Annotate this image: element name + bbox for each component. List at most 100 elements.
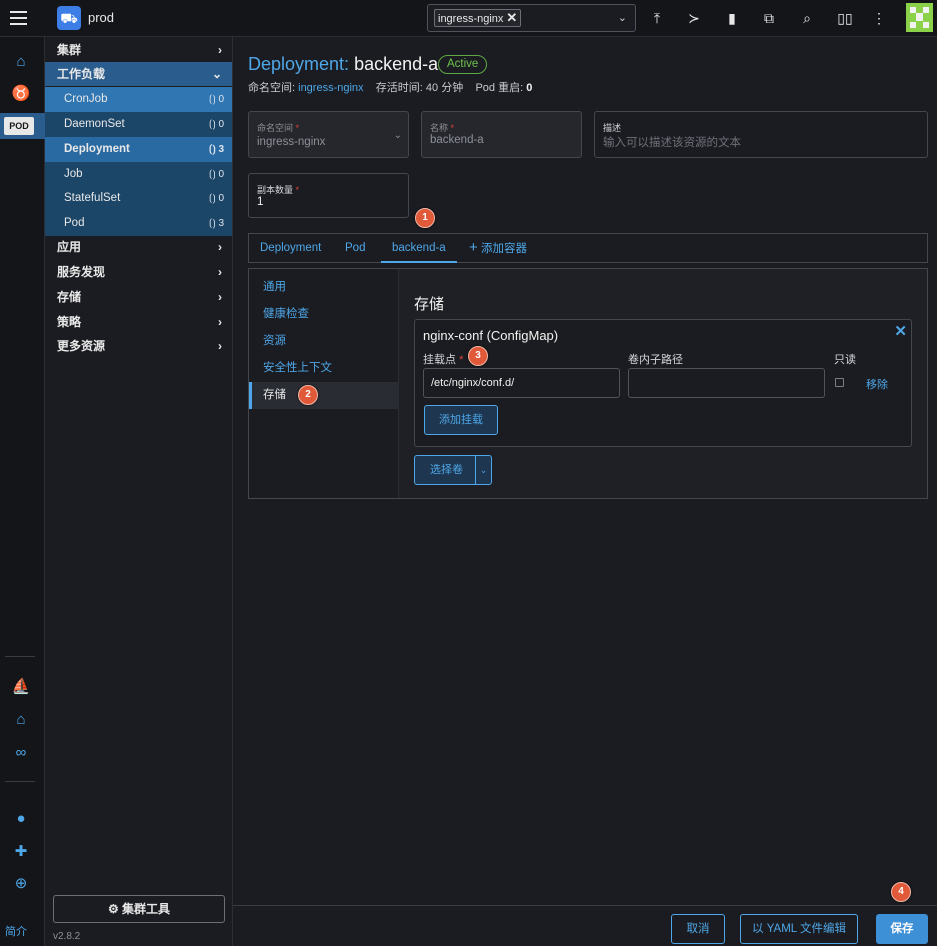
about-link[interactable]: 简介 [5, 923, 27, 939]
search-icon[interactable]: ⌕ [797, 8, 817, 28]
edit-yaml-button[interactable]: 以 YAML 文件编辑 [740, 914, 858, 944]
book-icon[interactable]: ▯▯ [835, 8, 855, 28]
tab-pod[interactable]: Pod [345, 234, 365, 263]
chevron-down-icon[interactable]: ⌄ [618, 11, 627, 24]
menu-group-label: 应用 [57, 240, 82, 254]
menu-group-label: 更多资源 [57, 339, 106, 353]
menu-group-more-resources[interactable]: 更多资源 › [45, 334, 232, 358]
step-marker: 3 [468, 346, 488, 366]
namespace-tag[interactable]: ingress-nginx ✕ [434, 9, 522, 27]
vtab-storage[interactable]: 存储 [249, 382, 399, 409]
resource-kind: Deployment: [248, 54, 350, 74]
menu-group-policy[interactable]: 策略 › [45, 310, 232, 334]
step-marker: 4 [891, 882, 911, 902]
menu-item-label: CronJob [64, 93, 108, 105]
menu-item-pod[interactable]: Pod ⟮⟯ 3 [45, 211, 232, 236]
replicas-field[interactable]: 副本数量 * 1 [248, 173, 409, 218]
menu-item-job[interactable]: Job ⟮⟯ 0 [45, 162, 232, 187]
menu-item-deployment[interactable]: Deployment ⟮⟯ 3 [45, 137, 232, 162]
upload-icon[interactable]: ⤒ [647, 8, 667, 28]
chevron-right-icon: › [218, 43, 222, 57]
extension-icon[interactable]: ✚ [8, 842, 34, 862]
volume-title: nginx-conf (ConfigMap) [423, 328, 559, 343]
field-label: 名称 * [430, 123, 455, 133]
resource-count: ⟮⟯ 3 [208, 218, 224, 229]
sail-icon[interactable]: ⛵ [8, 677, 34, 697]
link-icon[interactable]: ∞ [8, 743, 34, 763]
vtab-general[interactable]: 通用 [249, 274, 399, 301]
volume-card: nginx-conf (ConfigMap) ✕ 挂载点 * 3 卷内子路径 只… [414, 319, 912, 447]
pod-badge[interactable]: POD [4, 117, 34, 135]
resource-name: backend-a [354, 54, 439, 74]
cluster-name: prod [88, 10, 115, 25]
menu-item-cronjob[interactable]: CronJob ⟮⟯ 0 [45, 87, 232, 112]
menu-group-workloads[interactable]: 工作负载 ⌄ [45, 62, 232, 86]
namespace-link[interactable]: ingress-nginx [298, 82, 363, 94]
field-label-text: 副本数量 [257, 185, 294, 195]
description-field[interactable]: 描述 输入可以描述该资源的文本 [594, 111, 928, 158]
tab-deployment[interactable]: Deployment [260, 234, 321, 263]
home-icon[interactable]: ⌂ [8, 52, 34, 72]
field-label: 副本数量 * [257, 185, 300, 195]
main-content: Deployment: backend-a Active 命名空间: ingre… [233, 37, 937, 946]
more-icon[interactable]: ⋮ [869, 8, 889, 28]
close-icon[interactable]: ✕ [894, 322, 907, 340]
avatar[interactable] [906, 3, 933, 32]
subpath-input[interactable] [628, 368, 825, 398]
version-label: v2.8.2 [53, 931, 81, 942]
step-marker: 2 [298, 385, 318, 405]
tab-add-container[interactable]: + 添加容器 [469, 234, 527, 263]
save-button[interactable]: 保存 [876, 914, 928, 944]
namespace-select[interactable]: 命名空间 * ingress-nginx ⌄ [248, 111, 409, 158]
vtab-health-check[interactable]: 健康检查 [249, 301, 399, 328]
readonly-label: 只读 [834, 354, 856, 366]
resource-count: ⟮⟯ 0 [208, 169, 224, 180]
count-value: 3 [218, 218, 224, 229]
rail-divider [5, 656, 35, 657]
shell-icon[interactable]: ≻ [684, 8, 704, 28]
vtab-resources[interactable]: 资源 [249, 328, 399, 355]
app-logo-icon: ⛟ [57, 6, 81, 30]
namespace-filter[interactable]: ingress-nginx ✕ ⌄ [427, 4, 636, 32]
menu-group-label: 工作负载 [57, 67, 106, 81]
cluster-tools-button[interactable]: ⚙ 集群工具 [53, 895, 225, 923]
count-value: 0 [218, 169, 224, 180]
readonly-checkbox[interactable] [835, 378, 844, 387]
count-value: 0 [218, 193, 224, 204]
cattle-icon[interactable]: ♉ [8, 84, 34, 104]
chevron-right-icon: › [218, 240, 222, 254]
menu-group-apps[interactable]: 应用 › [45, 235, 232, 259]
choose-volume-button[interactable]: 选择卷 ⌄ [414, 455, 492, 485]
button-label: 选择卷 [430, 464, 463, 476]
menu-item-label: StatefulSet [64, 192, 121, 204]
field-value: backend-a [430, 134, 484, 146]
field-label: 描述 [603, 123, 622, 133]
vtab-security-context[interactable]: 安全性上下文 [249, 355, 399, 382]
menu-item-daemonset[interactable]: DaemonSet ⟮⟯ 0 [45, 112, 232, 137]
field-label-text: 命名空间 [257, 123, 294, 133]
globe-icon[interactable]: ⊕ [8, 874, 34, 894]
menu-group-service-discovery[interactable]: 服务发现 › [45, 260, 232, 284]
left-rail: ⌂ ♉ POD ⛵ ⌂ ∞ ● ✚ ⊕ 简介 [0, 37, 45, 946]
cancel-button[interactable]: 取消 [671, 914, 725, 944]
mount-point-input[interactable]: /etc/nginx/conf.d/ [423, 368, 620, 398]
copy-icon[interactable]: ⧉ [759, 8, 779, 28]
mount-point-label: 挂载点 * [423, 354, 464, 366]
menu-item-statefulset[interactable]: StatefulSet ⟮⟯ 0 [45, 186, 232, 211]
chevron-right-icon: › [218, 265, 222, 279]
footer-bar: 取消 以 YAML 文件编辑 保存 [233, 905, 937, 946]
menu-icon[interactable] [10, 11, 27, 25]
close-icon[interactable]: ✕ [506, 10, 517, 25]
add-mount-button[interactable]: 添加挂载 [424, 405, 498, 435]
resource-count: ⟮⟯ 3 [208, 144, 224, 155]
remove-mount-link[interactable]: 移除 [866, 376, 888, 392]
menu-group-storage[interactable]: 存储 › [45, 285, 232, 309]
storage-content: 存储 nginx-conf (ConfigMap) ✕ 挂载点 * 3 卷内子路… [399, 269, 927, 498]
name-field[interactable]: 名称 * backend-a [421, 111, 582, 158]
fleet-icon[interactable]: ⌂ [8, 710, 34, 730]
file-icon[interactable]: ▮ [722, 8, 742, 28]
chevron-down-icon[interactable]: ⌄ [475, 456, 491, 484]
menu-group-cluster[interactable]: 集群 › [45, 38, 232, 62]
tab-backend-a[interactable]: backend-a [381, 234, 457, 263]
user-icon[interactable]: ● [8, 809, 34, 829]
